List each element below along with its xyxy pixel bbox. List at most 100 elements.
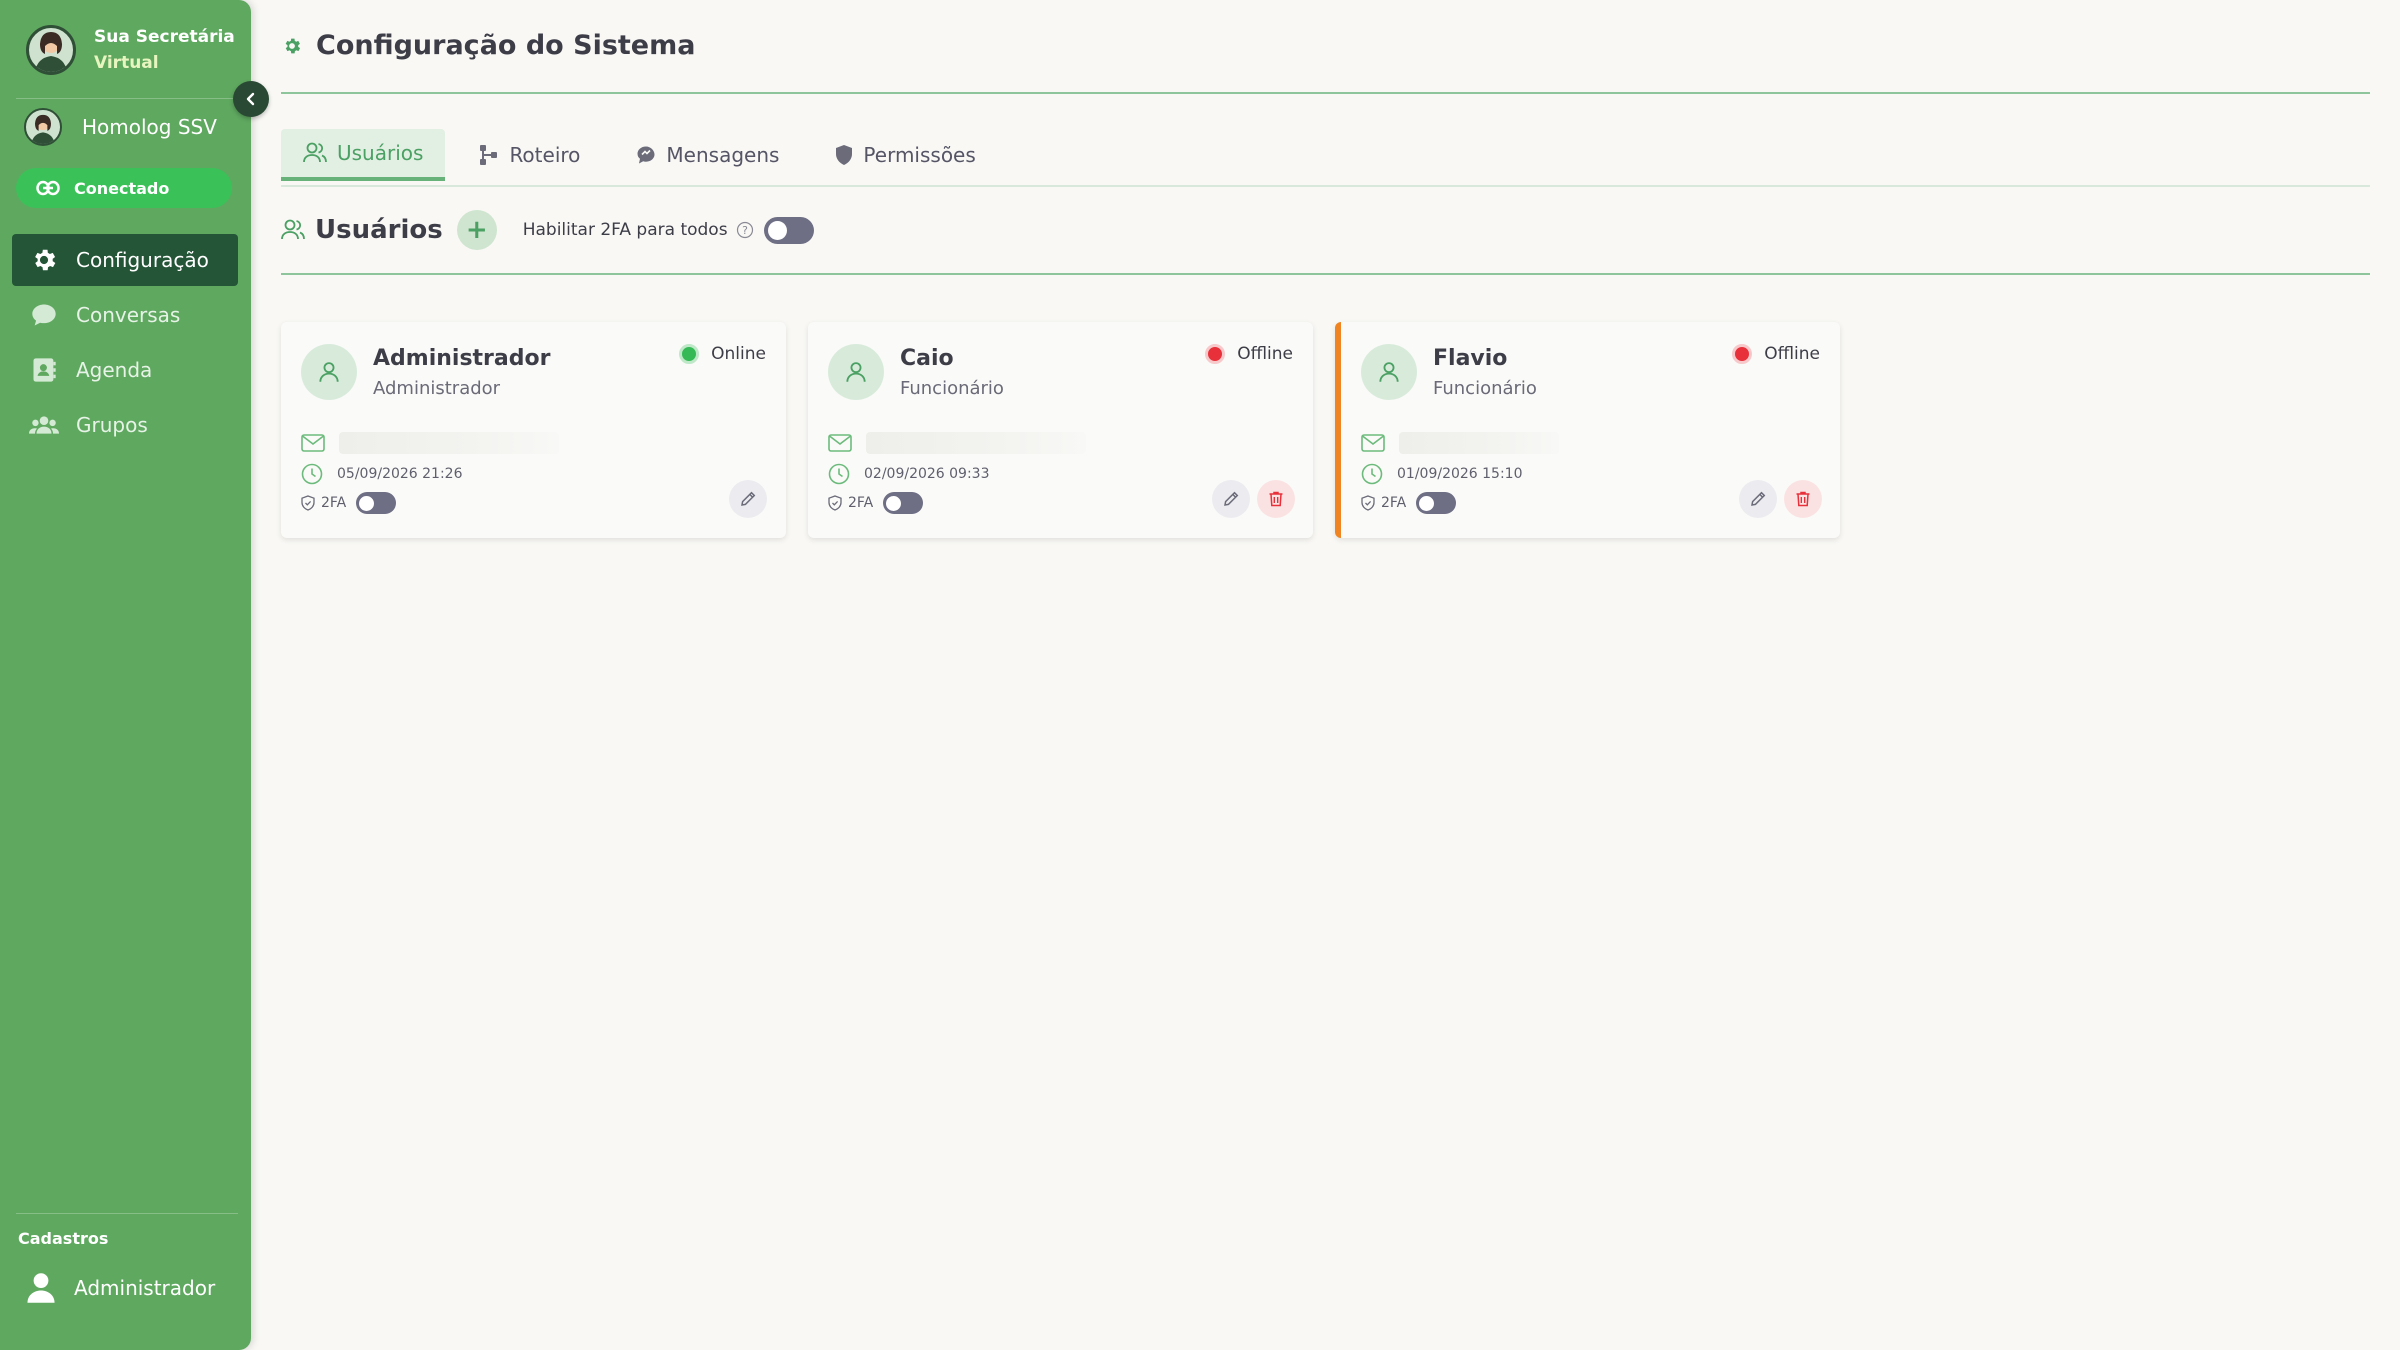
chevron-left-icon (246, 92, 255, 106)
email-value-redacted (1399, 432, 1559, 454)
connection-status-badge: Conectado (16, 168, 232, 208)
add-user-button[interactable]: + (456, 210, 497, 250)
sidebar-item-label: Conversas (76, 303, 181, 327)
collapse-sidebar-button[interactable] (233, 81, 269, 117)
tab-roteiro[interactable]: Roteiro (457, 129, 602, 181)
mail-icon (1361, 434, 1385, 452)
offline-dot-icon (1205, 344, 1226, 364)
sidebar-item-label: Agenda (76, 358, 153, 382)
sidebar-item-grupos[interactable]: Grupos (12, 399, 238, 451)
user-avatar-icon (1361, 344, 1417, 400)
status-badge: Online (679, 344, 766, 364)
status-label: Online (711, 344, 766, 364)
edit-user-button[interactable] (729, 480, 767, 518)
page-title: Configuração do Sistema (316, 30, 696, 61)
brand-name: Sua Secretária (94, 27, 235, 47)
status-label: Offline (1764, 344, 1820, 364)
sidebar-item-conversas[interactable]: Conversas (12, 289, 238, 341)
flow-icon (479, 144, 499, 166)
delete-user-button[interactable] (1257, 480, 1295, 518)
account-name: Homolog SSV (82, 115, 217, 139)
user-email-row (828, 432, 1086, 454)
chat-bubble-icon (28, 299, 60, 331)
users-section-title: Usuários (315, 215, 443, 245)
tab-permissoes[interactable]: Permissões (813, 129, 997, 181)
account-selector[interactable]: Homolog SSV (24, 108, 217, 146)
tab-label: Usuários (337, 141, 424, 165)
brand-subtitle: Virtual (94, 53, 159, 73)
user-card: Administrador Administrador Online 05/09… (281, 322, 786, 538)
shield-check-icon (1361, 495, 1375, 511)
account-avatar-icon (24, 108, 62, 146)
user-role: Funcionário (1433, 378, 1537, 399)
shield-icon (835, 144, 853, 166)
tab-label: Roteiro (509, 143, 581, 167)
trash-icon (1796, 491, 1810, 507)
gear-icon (28, 244, 60, 276)
tab-label: Permissões (863, 143, 976, 167)
user-2fa-label: 2FA (848, 495, 874, 511)
last-access-row: 01/09/2026 15:10 (1361, 463, 1523, 485)
user-avatar-icon (828, 344, 884, 400)
section-divider (281, 273, 2370, 275)
shield-check-icon (301, 495, 315, 511)
user-2fa-toggle[interactable] (1416, 492, 1457, 514)
user-2fa-row: 2FA (301, 492, 397, 514)
sidebar: Sua Secretária Virtual Homolog SSV Conec… (0, 0, 251, 1350)
user-2fa-toggle[interactable] (883, 492, 924, 514)
enable-2fa-all-toggle[interactable] (763, 216, 814, 244)
mail-icon (828, 434, 852, 452)
status-label: Offline (1237, 344, 1293, 364)
edit-user-button[interactable] (1739, 480, 1777, 518)
contact-book-icon (28, 354, 60, 386)
pencil-icon (1224, 491, 1239, 506)
pencil-icon (741, 491, 756, 506)
user-role: Administrador (373, 378, 501, 399)
tab-usuarios[interactable]: Usuários (281, 129, 446, 181)
mail-icon (301, 434, 325, 452)
online-dot-icon (679, 344, 700, 364)
edit-user-button[interactable] (1212, 480, 1250, 518)
user-role: Funcionário (900, 378, 1004, 399)
user-email-row (301, 432, 559, 454)
users-icon (303, 142, 327, 164)
divider (16, 98, 238, 99)
gear-icon (285, 38, 301, 53)
user-card: Caio Funcionário Offline 02/09/2026 09:3… (808, 322, 1313, 538)
offline-dot-icon (1732, 344, 1753, 364)
last-access-value: 02/09/2026 09:33 (864, 466, 990, 482)
shield-check-icon (828, 495, 842, 511)
sidebar-nav: Configuração Conversas Agenda Grupos (12, 234, 238, 454)
users-section-header: Usuários + Habilitar 2FA para todos ? (281, 210, 814, 250)
link-icon (36, 180, 60, 196)
svg-text:?: ? (742, 224, 748, 237)
assistant-avatar-icon (26, 25, 76, 75)
last-access-row: 02/09/2026 09:33 (828, 463, 990, 485)
user-name: Flavio (1433, 346, 1508, 371)
section-title-cadastros: Cadastros (18, 1229, 109, 1248)
user-2fa-label: 2FA (1381, 495, 1407, 511)
tab-label: Mensagens (666, 143, 780, 167)
email-value-redacted (866, 432, 1086, 454)
message-icon (636, 145, 656, 165)
enable-2fa-all-label: Habilitar 2FA para todos (522, 220, 728, 240)
tab-bar: Usuários Roteiro Mensagens Permissões (281, 129, 1010, 181)
user-name: Caio (900, 346, 954, 371)
delete-user-button[interactable] (1784, 480, 1822, 518)
user-2fa-label: 2FA (321, 495, 347, 511)
user-2fa-row: 2FA (1361, 492, 1457, 514)
status-badge: Offline (1732, 344, 1820, 364)
tab-mensagens[interactable]: Mensagens (614, 129, 801, 181)
sidebar-item-administrador[interactable]: Administrador (26, 1272, 215, 1304)
divider (16, 1213, 238, 1214)
sidebar-item-configuracao[interactable]: Configuração (12, 234, 238, 286)
user-2fa-toggle[interactable] (356, 492, 397, 514)
clock-icon (301, 463, 323, 485)
sidebar-item-agenda[interactable]: Agenda (12, 344, 238, 396)
email-value-redacted (339, 432, 559, 454)
status-badge: Offline (1205, 344, 1293, 364)
user-2fa-row: 2FA (828, 492, 924, 514)
help-icon[interactable]: ? (736, 221, 754, 239)
group-icon (28, 409, 60, 441)
tabs-divider (281, 185, 2370, 187)
